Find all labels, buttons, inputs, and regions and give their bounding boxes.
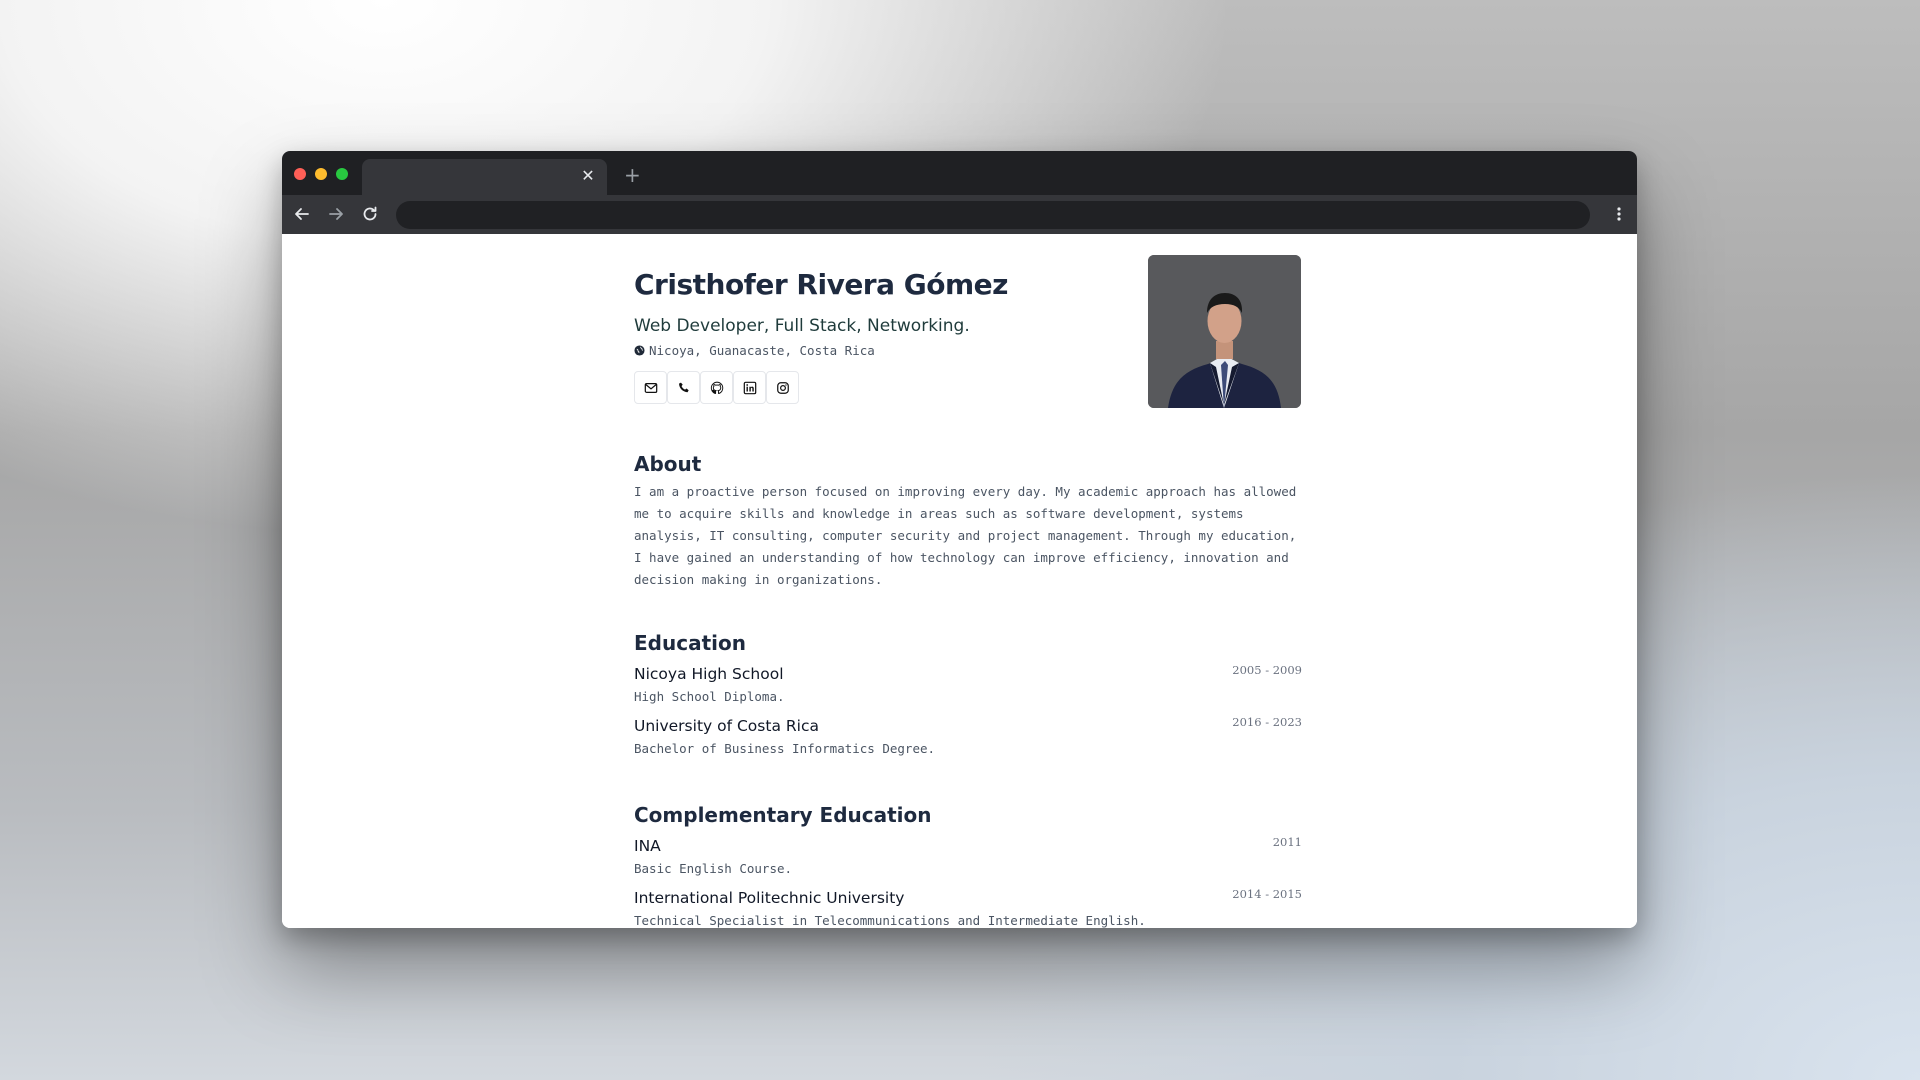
about-heading: About bbox=[634, 452, 702, 476]
about-text: I am a proactive person focused on impro… bbox=[634, 484, 1297, 587]
tab-close-icon[interactable]: ✕ bbox=[579, 167, 597, 185]
browser-toolbar bbox=[282, 195, 1637, 234]
education-entry: Nicoya High School High School Diploma. … bbox=[634, 663, 1302, 709]
date-range: 2014 - 2015 bbox=[1232, 887, 1302, 901]
date-range: 2011 bbox=[1272, 835, 1302, 849]
instagram-icon[interactable] bbox=[766, 371, 799, 404]
close-window-button[interactable] bbox=[294, 168, 306, 180]
location-text: Nicoya, Guanacaste, Costa Rica bbox=[649, 343, 875, 358]
school-name: International Politechnic University bbox=[634, 889, 905, 907]
maximize-window-button[interactable] bbox=[336, 168, 348, 180]
degree-text: Bachelor of Business Informatics Degree. bbox=[634, 741, 936, 756]
page-viewport: Cristhofer Rivera Gómez Web Developer, F… bbox=[282, 234, 1637, 928]
reload-icon[interactable] bbox=[360, 204, 380, 224]
profile-location: Nicoya, Guanacaste, Costa Rica bbox=[634, 343, 875, 358]
degree-text: High School Diploma. bbox=[634, 689, 785, 704]
browser-tab[interactable]: ✕ bbox=[362, 159, 607, 195]
profile-photo bbox=[1148, 255, 1301, 408]
complementary-education-heading: Complementary Education bbox=[634, 803, 932, 827]
education-entry: University of Costa Rica Bachelor of Bus… bbox=[634, 715, 1302, 761]
date-range: 2016 - 2023 bbox=[1232, 715, 1302, 729]
minimize-window-button[interactable] bbox=[315, 168, 327, 180]
browser-titlebar: ✕ + bbox=[282, 151, 1637, 195]
profile-headline: Web Developer, Full Stack, Networking. bbox=[634, 316, 970, 336]
school-name: INA bbox=[634, 837, 661, 855]
school-name: Nicoya High School bbox=[634, 665, 784, 683]
window-controls bbox=[294, 168, 348, 180]
forward-arrow-icon[interactable] bbox=[326, 204, 346, 224]
date-range: 2005 - 2009 bbox=[1232, 663, 1302, 677]
address-bar[interactable] bbox=[396, 201, 1590, 229]
phone-icon[interactable] bbox=[667, 371, 700, 404]
degree-text: Basic English Course. bbox=[634, 861, 793, 876]
profile-name: Cristhofer Rivera Gómez bbox=[634, 268, 1008, 301]
back-arrow-icon[interactable] bbox=[292, 204, 312, 224]
complementary-entry: International Politechnic University Tec… bbox=[634, 887, 1302, 928]
mail-icon[interactable] bbox=[634, 371, 667, 404]
new-tab-button[interactable]: + bbox=[624, 165, 641, 185]
linkedin-icon[interactable] bbox=[733, 371, 766, 404]
social-links bbox=[634, 371, 799, 404]
globe-icon bbox=[634, 345, 645, 356]
more-menu-icon[interactable] bbox=[1615, 204, 1623, 224]
school-name: University of Costa Rica bbox=[634, 717, 819, 735]
browser-window: ✕ + Cristhofer Rivera Gómez Web Develope… bbox=[282, 151, 1637, 928]
complementary-entry: INA Basic English Course. 2011 bbox=[634, 835, 1302, 881]
github-icon[interactable] bbox=[700, 371, 733, 404]
degree-text: Technical Specialist in Telecommunicatio… bbox=[634, 913, 1146, 928]
education-heading: Education bbox=[634, 631, 746, 655]
